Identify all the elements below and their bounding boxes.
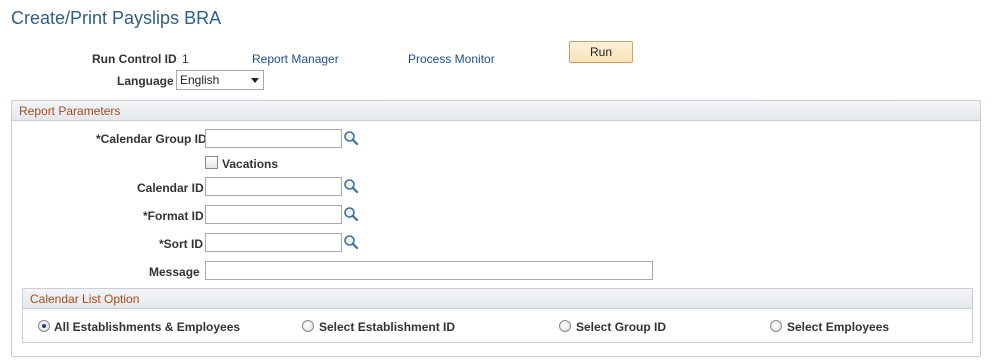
run-button[interactable]: Run <box>569 41 633 63</box>
magnifier-icon[interactable] <box>343 178 359 194</box>
calendar-group-id-label: *Calendar Group ID <box>96 132 207 146</box>
radio-select-employees[interactable] <box>770 320 782 332</box>
radio-select-group[interactable] <box>559 320 571 332</box>
calendar-id-input[interactable] <box>205 177 342 196</box>
radio-select-employees-label: Select Employees <box>787 320 890 334</box>
radio-select-establishment-label: Select Establishment ID <box>319 320 456 334</box>
calendar-id-label: Calendar ID <box>137 181 204 195</box>
magnifier-icon[interactable] <box>343 234 359 250</box>
radio-select-group-label: Select Group ID <box>576 320 667 334</box>
radio-select-establishment[interactable] <box>302 320 314 332</box>
calendar-group-id-input[interactable] <box>205 129 342 148</box>
calendar-list-option-header: Calendar List Option <box>22 288 973 309</box>
format-id-label: *Format ID <box>143 209 204 223</box>
radio-all-establishments-label: All Establishments & Employees <box>54 320 241 334</box>
run-control-value: 1 <box>182 52 189 66</box>
sort-id-label: *Sort ID <box>159 237 204 251</box>
chevron-down-icon <box>251 78 259 83</box>
radio-all-establishments[interactable] <box>38 320 50 332</box>
magnifier-icon[interactable] <box>343 206 359 222</box>
report-manager-link[interactable]: Report Manager <box>252 52 339 66</box>
vacations-checkbox[interactable] <box>205 156 218 169</box>
format-id-input[interactable] <box>205 205 342 224</box>
vacations-label: Vacations <box>222 157 279 171</box>
message-label: Message <box>149 265 200 279</box>
language-select[interactable]: English <box>176 70 264 90</box>
language-label: Language <box>117 74 174 88</box>
process-monitor-link[interactable]: Process Monitor <box>408 52 495 66</box>
magnifier-icon[interactable] <box>343 130 359 146</box>
page-title: Create/Print Payslips BRA <box>11 8 222 28</box>
message-input[interactable] <box>205 261 653 280</box>
language-select-value: English <box>180 73 220 87</box>
report-parameters-header: Report Parameters <box>11 100 981 121</box>
run-control-label: Run Control ID <box>92 52 177 66</box>
sort-id-input[interactable] <box>205 233 342 252</box>
